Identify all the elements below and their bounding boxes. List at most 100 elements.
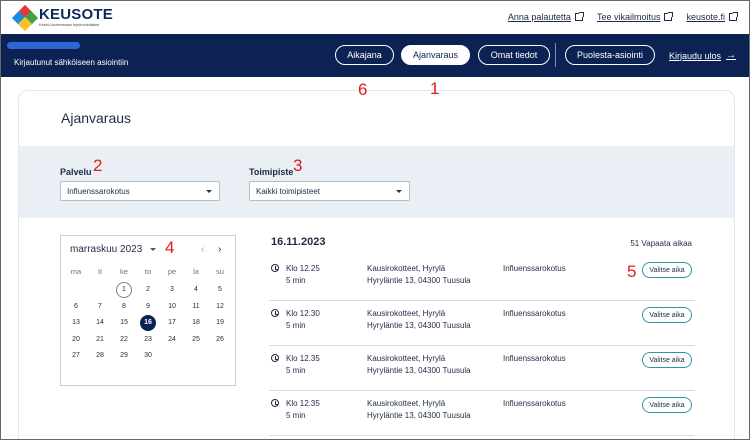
slot-service: Influenssarokotus	[503, 264, 566, 273]
selected-date-title: 16.11.2023	[271, 236, 326, 248]
location-select-value: Kaikki toimipisteet	[256, 186, 321, 196]
calendar-day[interactable]: 4	[187, 282, 205, 298]
calendar-day[interactable]: 13	[67, 315, 85, 331]
select-time-button[interactable]: Valitse aika	[642, 307, 692, 323]
top-links: Anna palautetta Tee vikailmoitus keusote…	[507, 12, 738, 22]
external-link-icon	[729, 12, 738, 21]
appointment-slot: Klo 12.35 5 min Kausirokotteet, Hyrylä Hyry…	[269, 347, 695, 391]
calendar-day[interactable]: 16	[140, 315, 156, 331]
calendar-day[interactable]: 23	[139, 332, 157, 348]
next-month-button[interactable]: ›	[218, 244, 221, 255]
chevron-down-icon	[396, 190, 402, 193]
slot-duration: 5 min	[286, 276, 306, 285]
weekday-label: su	[216, 267, 224, 276]
select-time-button[interactable]: Valitse aika	[642, 352, 692, 368]
service-select[interactable]: Influenssarokotus	[60, 181, 220, 201]
clock-icon	[271, 354, 279, 362]
keusote-site-link-label: keusote.fi	[686, 12, 725, 22]
external-link-icon	[664, 12, 674, 21]
month-selector[interactable]: marraskuu 2023	[70, 244, 157, 255]
slot-duration: 5 min	[286, 366, 306, 375]
calendar-day[interactable]: 1	[116, 282, 132, 298]
annotation-6: 6	[358, 80, 368, 99]
calendar-day[interactable]: 28	[91, 348, 109, 364]
calendar-day[interactable]: 25	[187, 332, 205, 348]
calendar-day[interactable]: 27	[67, 348, 85, 364]
logout-label: Kirjaudu ulos	[669, 50, 722, 61]
slot-place: Kausirokotteet, Hyrylä	[367, 354, 446, 363]
slot-address: Hyryläntie 13, 04300 Tuusula	[367, 321, 471, 330]
appointment-slot: Klo 12.30 5 min Kausirokotteet, Hyrylä Hyry…	[269, 302, 695, 346]
calendar: marraskuu 2023 ‹ › ma ti ke to pe la su 1 2 3 4 5 6 7…	[60, 235, 236, 386]
arrow-right-icon: →	[726, 50, 737, 61]
logout-link[interactable]: Kirjaudu ulos →	[669, 50, 736, 61]
annotation-1: 1	[430, 79, 440, 98]
nav-puolesta-asiointi-button[interactable]: Puolesta-asiointi	[565, 45, 655, 65]
calendar-day[interactable]: 8	[115, 299, 133, 315]
chevron-down-icon	[206, 190, 212, 193]
slot-service: Influenssarokotus	[503, 309, 566, 318]
calendar-day[interactable]: 19	[211, 315, 229, 331]
calendar-day[interactable]: 18	[187, 315, 205, 331]
feedback-link[interactable]: Anna palautetta	[507, 12, 584, 22]
top-bar: KEUSOTE Keski-Uudenmaan hyvinvointialue …	[1, 1, 749, 34]
calendar-day[interactable]: 12	[211, 299, 229, 315]
calendar-day[interactable]: 7	[91, 299, 109, 315]
slot-service: Influenssarokotus	[503, 354, 566, 363]
calendar-day[interactable]: 9	[139, 299, 157, 315]
slot-duration: 5 min	[286, 411, 306, 420]
slot-time: Klo 12.35	[286, 354, 320, 363]
main-navbar: Kirjautunut sähköiseen asiointiin Aikaja…	[1, 34, 749, 77]
clock-icon	[271, 399, 279, 407]
location-select[interactable]: Kaikki toimipisteet	[249, 181, 410, 201]
nav-aikajana-button[interactable]: Aikajana	[335, 45, 394, 65]
annotation-2: 2	[93, 156, 103, 175]
calendar-day[interactable]: 17	[163, 315, 181, 331]
clock-icon	[271, 309, 279, 317]
slot-service: Influenssarokotus	[503, 399, 566, 408]
calendar-day[interactable]: 20	[67, 332, 85, 348]
calendar-day[interactable]: 11	[187, 299, 205, 315]
nav-divider	[555, 43, 556, 67]
select-time-button[interactable]: Valitse aika	[642, 397, 692, 413]
weekday-label: ke	[120, 267, 128, 276]
app-frame: KEUSOTE Keski-Uudenmaan hyvinvointialue …	[0, 0, 750, 440]
feedback-link-label: Anna palautetta	[507, 12, 571, 22]
keusote-logo[interactable]: KEUSOTE Keski-Uudenmaan hyvinvointialue	[11, 4, 113, 32]
free-slots-count: 51 Vapaata aikaa	[630, 239, 692, 248]
location-label: Toimipiste	[249, 167, 294, 177]
calendar-day[interactable]: 3	[163, 282, 181, 298]
calendar-day[interactable]: 14	[91, 315, 109, 331]
report-bug-link-label: Tee vikailmoitus	[596, 12, 661, 22]
calendar-day[interactable]: 22	[115, 332, 133, 348]
calendar-day[interactable]: 10	[163, 299, 181, 315]
select-time-button[interactable]: Valitse aika	[642, 262, 692, 278]
keusote-site-link[interactable]: keusote.fi	[686, 12, 738, 22]
clock-icon	[271, 264, 279, 272]
slot-duration: 5 min	[286, 321, 306, 330]
calendar-day[interactable]: 2	[139, 282, 157, 298]
appointment-slot: Klo 12.35 5 min Kausirokotteet, Hyrylä Hyry…	[269, 392, 695, 436]
user-name-redacted	[7, 42, 80, 49]
slot-address: Hyryläntie 13, 04300 Tuusula	[367, 276, 471, 285]
report-bug-link[interactable]: Tee vikailmoitus	[596, 12, 674, 22]
brand-name: KEUSOTE	[39, 6, 113, 23]
calendar-day[interactable]: 29	[115, 348, 133, 364]
nav-ajanvaraus-button[interactable]: Ajanvaraus	[401, 45, 470, 65]
weekday-label: ma	[70, 267, 82, 276]
calendar-day[interactable]: 26	[211, 332, 229, 348]
calendar-day[interactable]: 5	[211, 282, 229, 298]
calendar-day[interactable]: 15	[115, 315, 133, 331]
calendar-day[interactable]: 21	[91, 332, 109, 348]
weekday-label: pe	[167, 267, 177, 276]
calendar-day[interactable]: 24	[163, 332, 181, 348]
annotation-3: 3	[293, 156, 303, 175]
calendar-day[interactable]: 30	[139, 348, 157, 364]
logo-mark-icon	[11, 4, 39, 32]
slot-address: Hyryläntie 13, 04300 Tuusula	[367, 411, 471, 420]
prev-month-button[interactable]: ‹	[201, 244, 204, 255]
nav-omat-tiedot-button[interactable]: Omat tiedot	[478, 45, 550, 65]
service-label: Palvelu	[60, 167, 92, 177]
annotation-5: 5	[627, 262, 637, 281]
calendar-day[interactable]: 6	[67, 299, 85, 315]
